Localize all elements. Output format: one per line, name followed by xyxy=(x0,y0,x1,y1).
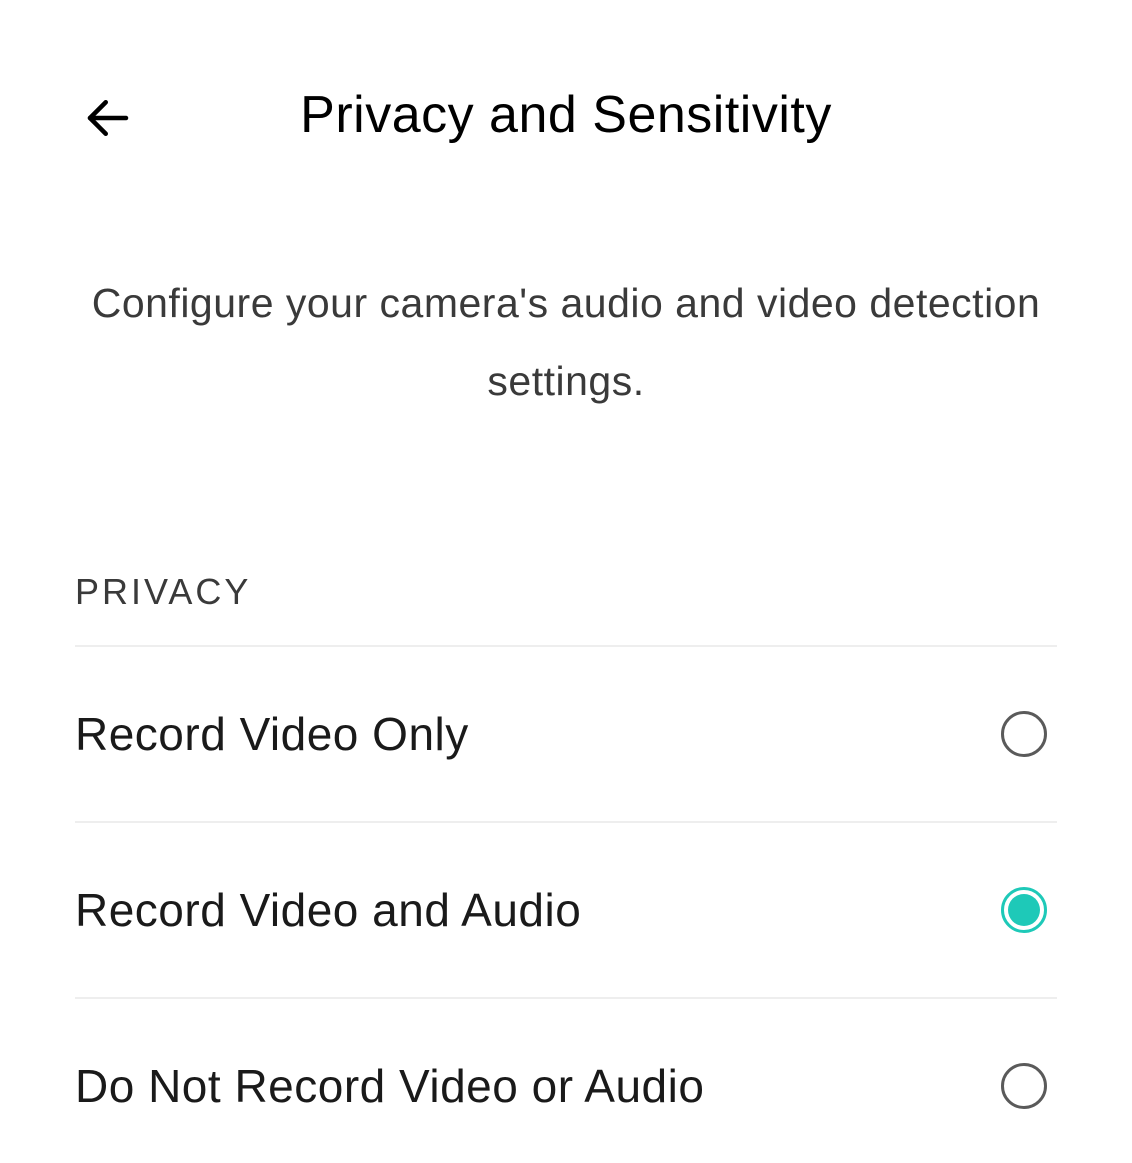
back-button[interactable] xyxy=(80,90,136,146)
header: Privacy and Sensitivity xyxy=(0,0,1132,175)
option-record-video-only[interactable]: Record Video Only xyxy=(75,647,1057,823)
radio-inner-icon xyxy=(1008,894,1040,926)
option-do-not-record[interactable]: Do Not Record Video or Audio xyxy=(75,999,1057,1153)
radio-button[interactable] xyxy=(1001,711,1047,757)
arrow-left-icon xyxy=(81,91,135,145)
option-label: Record Video and Audio xyxy=(75,883,581,937)
radio-button[interactable] xyxy=(1001,887,1047,933)
page-description: Configure your camera's audio and video … xyxy=(0,175,1132,421)
page-title: Privacy and Sensitivity xyxy=(80,85,1052,145)
option-record-video-and-audio[interactable]: Record Video and Audio xyxy=(75,823,1057,999)
radio-button[interactable] xyxy=(1001,1063,1047,1109)
option-label: Do Not Record Video or Audio xyxy=(75,1059,704,1113)
section-label: PRIVACY xyxy=(75,571,1057,647)
privacy-section: PRIVACY Record Video Only Record Video a… xyxy=(0,571,1132,1153)
option-label: Record Video Only xyxy=(75,707,469,761)
